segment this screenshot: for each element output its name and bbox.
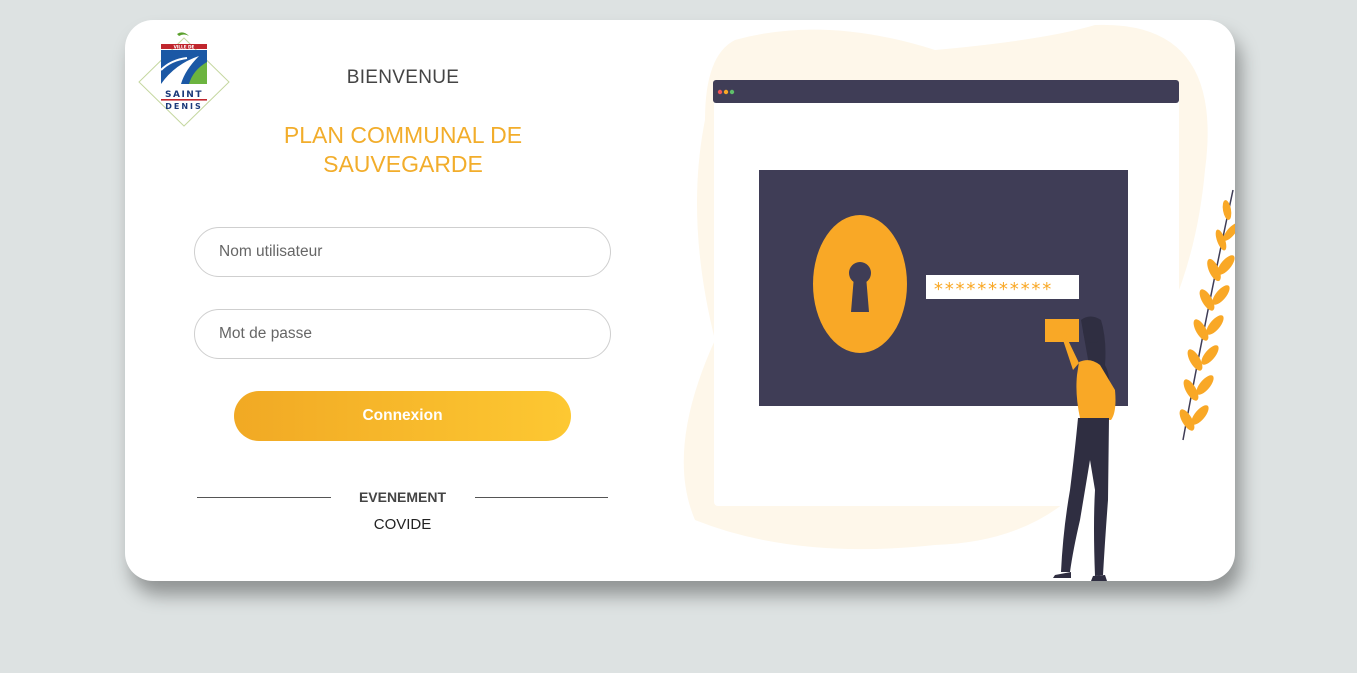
login-button[interactable]: Connexion [234,391,571,441]
login-card: VILLE DE SAINT DENIS BIENVENUE PLAN COMM… [125,20,1235,581]
app-title-line1: PLAN COMMUNAL DE [283,122,523,148]
password-mask: *********** [933,279,1052,300]
event-covide-link[interactable]: COVIDE [330,516,475,533]
password-input[interactable] [194,309,611,359]
welcome-heading: BIENVENUE [346,67,460,88]
login-illustration: *********** [683,24,1235,581]
divider-right [475,497,608,498]
window-dot-green [729,89,735,95]
browser-titlebar [713,80,1179,103]
svg-text:VILLE DE: VILLE DE [174,44,195,49]
divider-left [197,497,331,498]
window-dot-yellow [723,89,729,95]
app-title: PLAN COMMUNAL DE SAUVEGARDE [253,121,553,179]
event-label: EVENEMENT [358,489,447,505]
svg-text:SAINT: SAINT [165,90,203,100]
username-input[interactable] [194,227,611,277]
svg-text:DENIS: DENIS [165,102,203,111]
window-dot-red [717,89,723,95]
app-title-line2: SAUVEGARDE [323,151,483,177]
saint-denis-logo: VILLE DE SAINT DENIS [138,32,230,127]
